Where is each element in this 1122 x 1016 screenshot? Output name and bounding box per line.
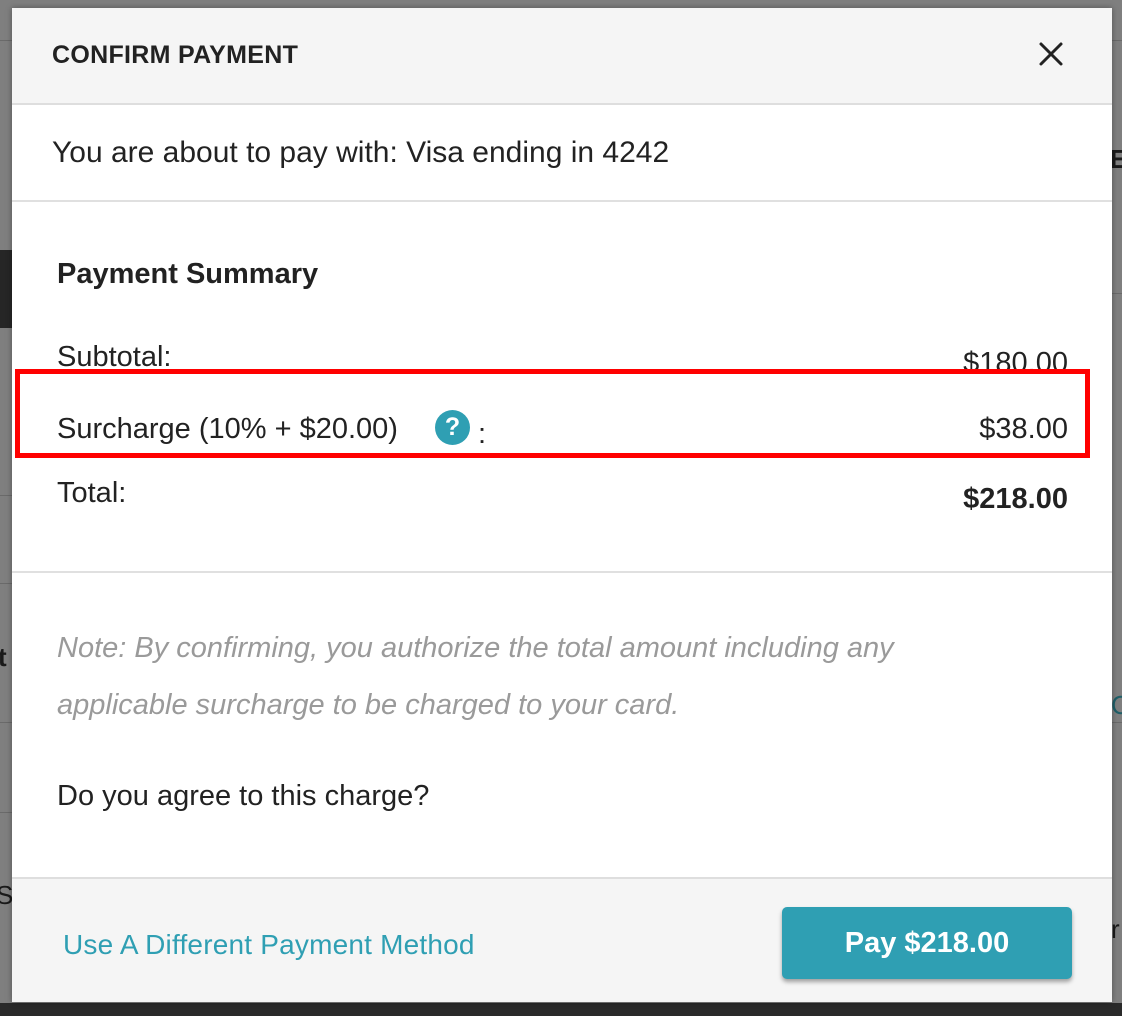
modal-footer: Use A Different Payment Method Pay $218.…: [12, 877, 1112, 1002]
use-different-payment-method-link[interactable]: Use A Different Payment Method: [63, 929, 475, 961]
section-divider: [12, 200, 1112, 202]
pay-button[interactable]: Pay $218.00: [782, 907, 1072, 979]
surcharge-colon: :: [478, 418, 487, 450]
authorization-note: Note: By confirming, you authorize the t…: [57, 632, 894, 721]
modal-title: CONFIRM PAYMENT: [52, 41, 299, 69]
question-circle-icon[interactable]: ?: [435, 410, 470, 445]
payment-method-text: You are about to pay with: Visa ending i…: [52, 136, 670, 169]
background-bottom-bar: [0, 1003, 1122, 1016]
total-value: $218.00: [963, 483, 1068, 515]
close-button[interactable]: [1032, 35, 1070, 73]
background-text-fragment: r: [1111, 914, 1120, 944]
agree-question: Do you agree to this charge?: [57, 780, 430, 812]
surcharge-label: Surcharge (10% + $20.00): [57, 413, 398, 445]
modal-header: CONFIRM PAYMENT: [12, 8, 1112, 105]
background-text-fragment: C: [1111, 690, 1122, 720]
subtotal-value: $180.00: [963, 347, 1068, 379]
background-text-fragment: t: [0, 642, 7, 672]
confirm-payment-modal: CONFIRM PAYMENT You are about to pay wit…: [12, 8, 1112, 1002]
payment-summary-heading: Payment Summary: [57, 258, 319, 290]
close-icon: [1039, 42, 1063, 66]
section-divider: [12, 571, 1112, 573]
subtotal-label: Subtotal:: [57, 341, 172, 373]
total-label: Total:: [57, 477, 127, 509]
surcharge-value: $38.00: [979, 413, 1068, 445]
background-dark-block: [0, 250, 12, 328]
